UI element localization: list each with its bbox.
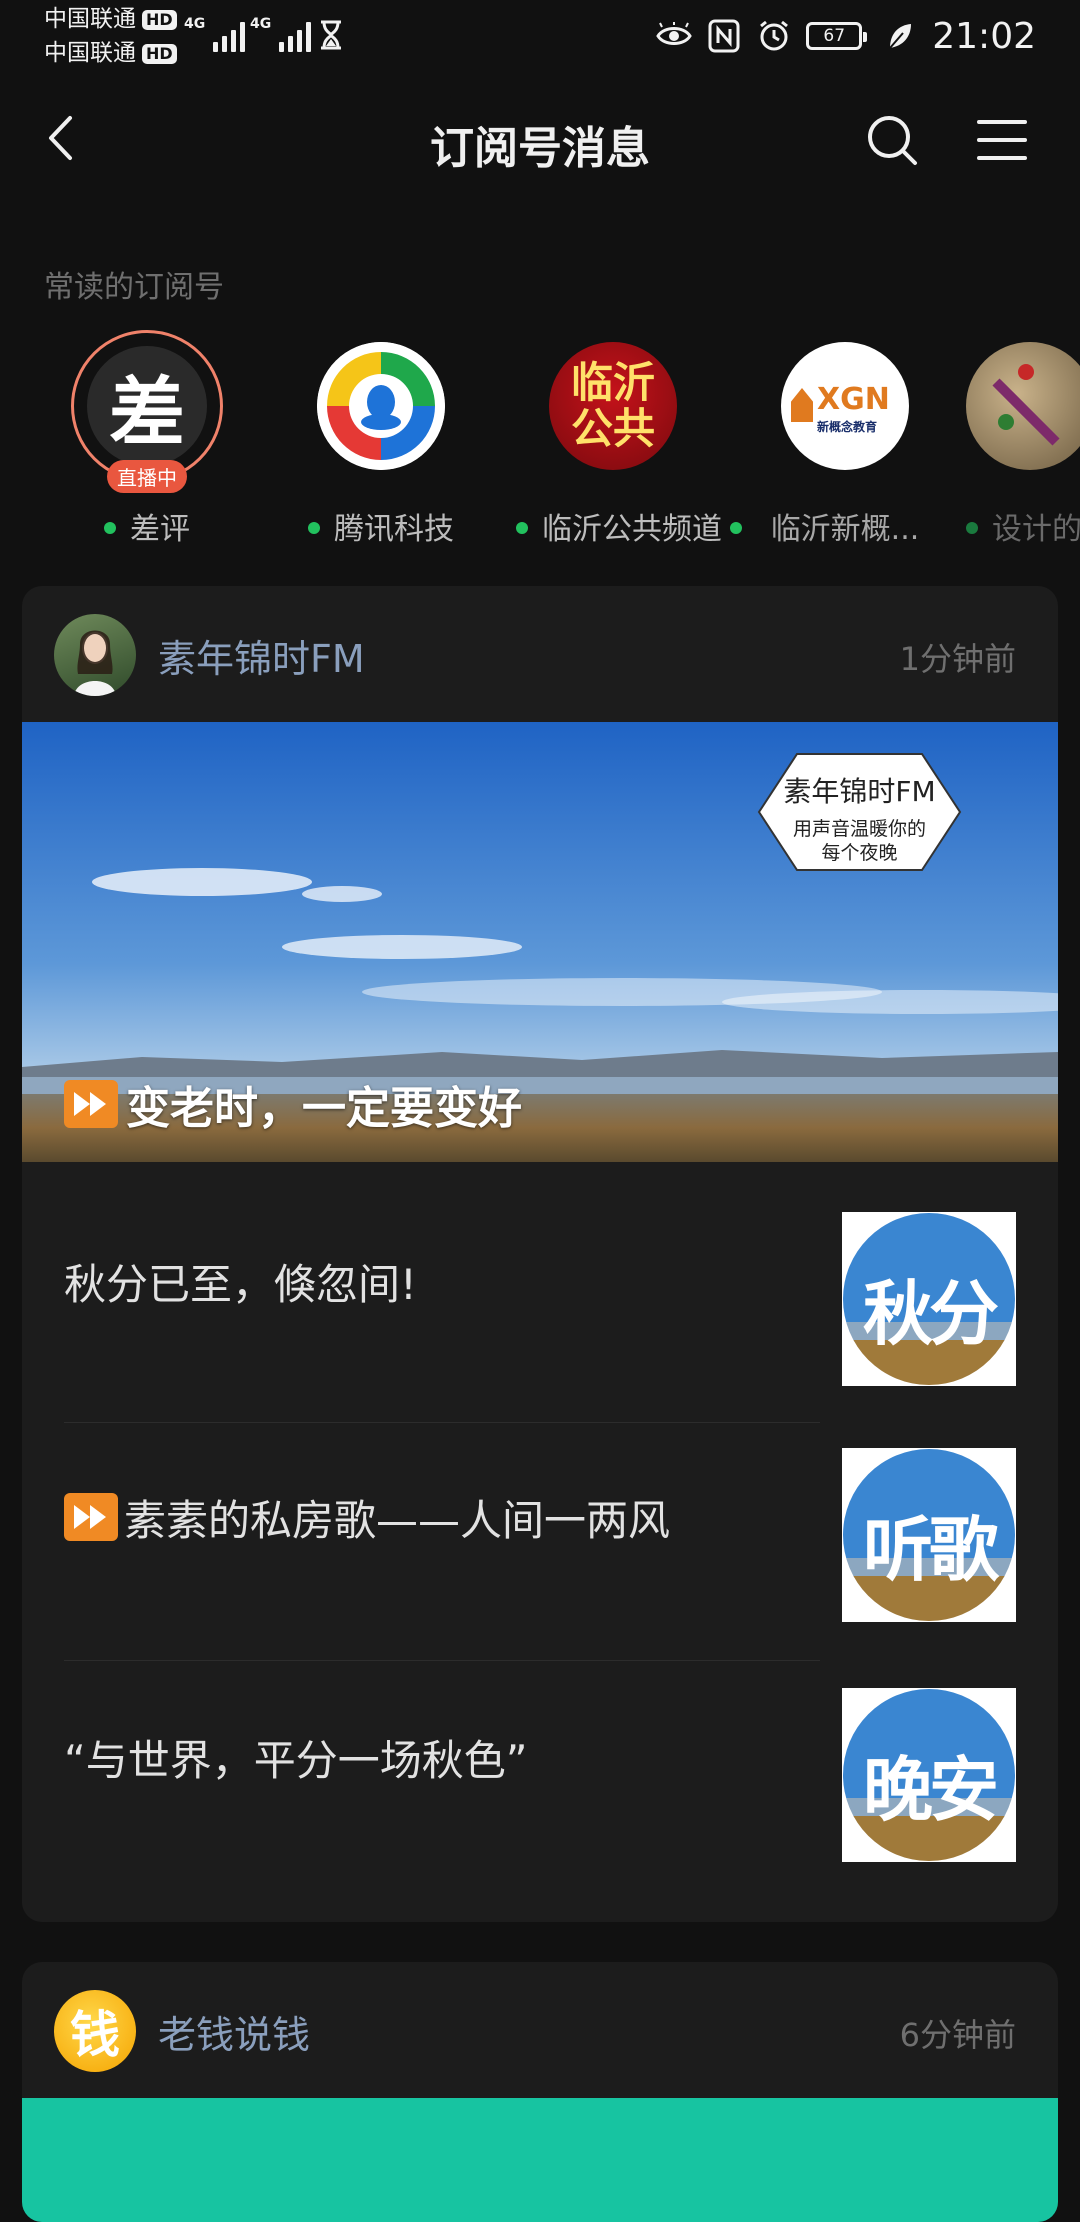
account-name: 素年锦时FM bbox=[158, 637, 365, 681]
article-thumbnail: 晚安 bbox=[842, 1688, 1016, 1862]
avatar-text: 临沂 公共 bbox=[570, 358, 655, 453]
status-bar: 中国联通 HD 中国联通 HD 4G 4G 67 21:02 bbox=[0, 0, 1080, 72]
badge-line: 用声音温暖你的 bbox=[792, 818, 926, 840]
eye-icon bbox=[656, 18, 693, 54]
alarm-icon bbox=[756, 18, 792, 54]
article-item[interactable]: 秋分已至，倏忽间! 秋分 bbox=[22, 1162, 1058, 1400]
avatar bbox=[317, 342, 445, 470]
article-title: 秋分已至，倏忽间! bbox=[64, 1259, 417, 1309]
account-avatar: 钱 bbox=[54, 1990, 136, 2072]
avatar: 差 bbox=[87, 346, 207, 466]
article-thumbnail: 听歌 bbox=[842, 1448, 1016, 1622]
message-card: 素年锦时FM 1分钟前 素年锦时FM 用声音温暖你的 每个夜晚 变老时，一定要变… bbox=[22, 586, 1058, 1922]
subscription-name: 差评 bbox=[42, 504, 252, 548]
card-header[interactable]: 钱 老钱说钱 6分钟前 bbox=[22, 1962, 1058, 2098]
avatar-letter: 钱 bbox=[70, 2006, 120, 2064]
online-dot bbox=[104, 521, 116, 534]
section-label: 常读的订阅号 bbox=[44, 270, 224, 305]
hero-title: 变老时，一定要变好 bbox=[64, 1072, 522, 1136]
online-dot bbox=[966, 521, 978, 534]
avatar-letter: 差 bbox=[109, 368, 185, 457]
hd-badge: HD bbox=[142, 43, 177, 64]
hd-badge: HD bbox=[142, 9, 177, 30]
clock: 21:02 bbox=[932, 15, 1036, 57]
subscription-item-tencent-tech[interactable]: 腾讯科技 bbox=[276, 318, 486, 548]
subscription-name: 临沂新概... bbox=[770, 512, 920, 547]
nfc-icon bbox=[706, 18, 742, 54]
leaf-icon bbox=[882, 18, 918, 54]
subscription-item-linyi-public[interactable]: 临沂 公共 临沂公共频道 bbox=[508, 318, 742, 548]
frequent-subscriptions: 差 直播中 差评 腾讯科技 临沂 公共 临沂公共频道 XGN 新概念教育 临沂新… bbox=[0, 318, 1080, 558]
timestamp: 1分钟前 bbox=[899, 640, 1016, 678]
subscription-name: 腾讯科技 bbox=[276, 504, 486, 548]
avatar-text: XGN bbox=[817, 382, 890, 417]
account-avatar bbox=[54, 614, 136, 696]
article-item[interactable]: 素素的私房歌——人间一两风 听歌 bbox=[22, 1398, 1058, 1636]
carrier-name: 中国联通 bbox=[44, 40, 136, 66]
subscription-name: 设计的 bbox=[966, 504, 1080, 548]
menu-button[interactable] bbox=[970, 108, 1034, 172]
nav-bar: 订阅号消息 bbox=[0, 72, 1080, 204]
person-icon bbox=[74, 630, 116, 696]
battery-level: 67 bbox=[823, 26, 846, 46]
subscription-item-chaping[interactable]: 差 直播中 差评 bbox=[42, 318, 252, 548]
signal-icon: 4G bbox=[184, 16, 246, 52]
battery-icon: 67 bbox=[806, 22, 868, 50]
online-dot bbox=[308, 521, 320, 534]
live-badge: 直播中 bbox=[107, 460, 187, 493]
fast-forward-icon bbox=[64, 1080, 118, 1128]
subscription-item-design[interactable]: 设计的 bbox=[966, 318, 1080, 548]
badge-title: 素年锦时FM bbox=[783, 775, 936, 808]
search-button[interactable] bbox=[860, 108, 924, 172]
message-card: 钱 老钱说钱 6分钟前 bbox=[22, 1962, 1058, 2222]
logo-shape bbox=[791, 388, 813, 422]
article-title: “与世界，平分一场秋色” bbox=[64, 1735, 528, 1785]
hero-article[interactable]: 素年锦时FM 用声音温暖你的 每个夜晚 变老时，一定要变好 bbox=[22, 722, 1058, 1162]
article-item[interactable]: “与世界，平分一场秋色” 晚安 bbox=[22, 1638, 1058, 1876]
online-dot bbox=[516, 521, 528, 534]
brand-badge: 素年锦时FM 用声音温暖你的 每个夜晚 bbox=[757, 752, 962, 872]
timestamp: 6分钟前 bbox=[899, 2016, 1016, 2054]
article-title: 素素的私房歌——人间一两风 bbox=[64, 1398, 670, 1636]
hourglass-icon bbox=[321, 20, 341, 50]
hero-image[interactable] bbox=[22, 2098, 1058, 2222]
search-icon bbox=[868, 116, 917, 165]
avatar bbox=[966, 342, 1080, 470]
account-name: 老钱说钱 bbox=[158, 2013, 311, 2057]
menu-icon bbox=[977, 120, 1027, 160]
avatar: 临沂 公共 bbox=[549, 342, 677, 470]
carrier-label-2: 中国联通 HD bbox=[44, 38, 177, 68]
avatar: XGN 新概念教育 bbox=[781, 342, 909, 470]
tencent-logo-icon bbox=[317, 342, 445, 470]
fast-forward-icon bbox=[64, 1493, 118, 1541]
carrier-label-1: 中国联通 HD bbox=[44, 4, 177, 34]
subscription-item-linyi-xgn[interactable]: XGN 新概念教育 临沂新概... bbox=[740, 318, 950, 548]
subscription-name: 临沂公共频道 bbox=[508, 504, 742, 548]
card-header[interactable]: 素年锦时FM 1分钟前 bbox=[22, 586, 1058, 722]
palette-icon bbox=[992, 364, 1060, 446]
signal-icon: 4G bbox=[250, 16, 312, 52]
carrier-name: 中国联通 bbox=[44, 6, 136, 32]
avatar-subtext: 新概念教育 bbox=[817, 420, 878, 434]
badge-line: 每个夜晚 bbox=[821, 842, 898, 864]
article-thumbnail: 秋分 bbox=[842, 1212, 1016, 1386]
